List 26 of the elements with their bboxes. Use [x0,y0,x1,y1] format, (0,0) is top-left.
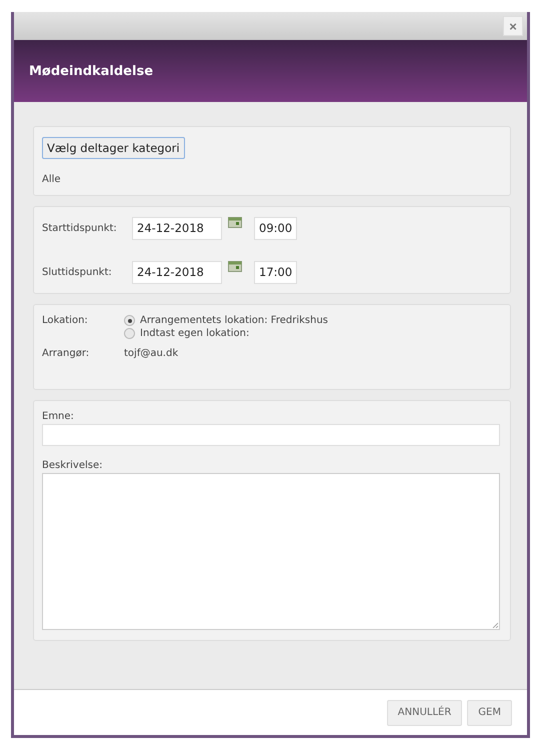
radio-label[interactable]: Arrangementets lokation: Fredrikshus [140,315,328,326]
date-field[interactable]: 24-12-2018 [132,216,222,240]
description-field[interactable] [42,473,500,630]
description-label: Beskrivelse: [42,460,104,471]
radio-button[interactable] [124,328,135,339]
organizer-label: Arrangør: [42,348,90,359]
subject-label: Emne: [42,411,75,422]
category-value: Alle [42,174,62,185]
location-label: Lokation: [42,315,89,326]
footer-button[interactable]: ANNULLÉR [386,700,462,726]
time-label: Sluttidspunkt: [42,266,113,278]
resize-grip-icon[interactable] [492,622,498,628]
time-field[interactable]: 17:00 [254,260,298,284]
subject-field[interactable] [42,424,500,446]
date-field[interactable]: 24-12-2018 [132,260,222,284]
category-button[interactable]: Vælg deltager kategori [42,137,185,159]
calendar-icon[interactable] [228,217,242,228]
dialog-title: Mødeindkaldelse [29,64,154,78]
calendar-icon[interactable] [228,261,242,272]
radio-button[interactable] [124,315,135,326]
radio-label[interactable]: Indtast egen lokation: [140,328,250,339]
time-label: Starttidspunkt: [42,222,118,234]
organizer-value: tojf@au.dk [124,348,180,359]
time-field[interactable]: 09:00 [254,216,298,240]
footer-button[interactable]: GEM [467,700,512,726]
close-button[interactable]: × [503,16,523,36]
